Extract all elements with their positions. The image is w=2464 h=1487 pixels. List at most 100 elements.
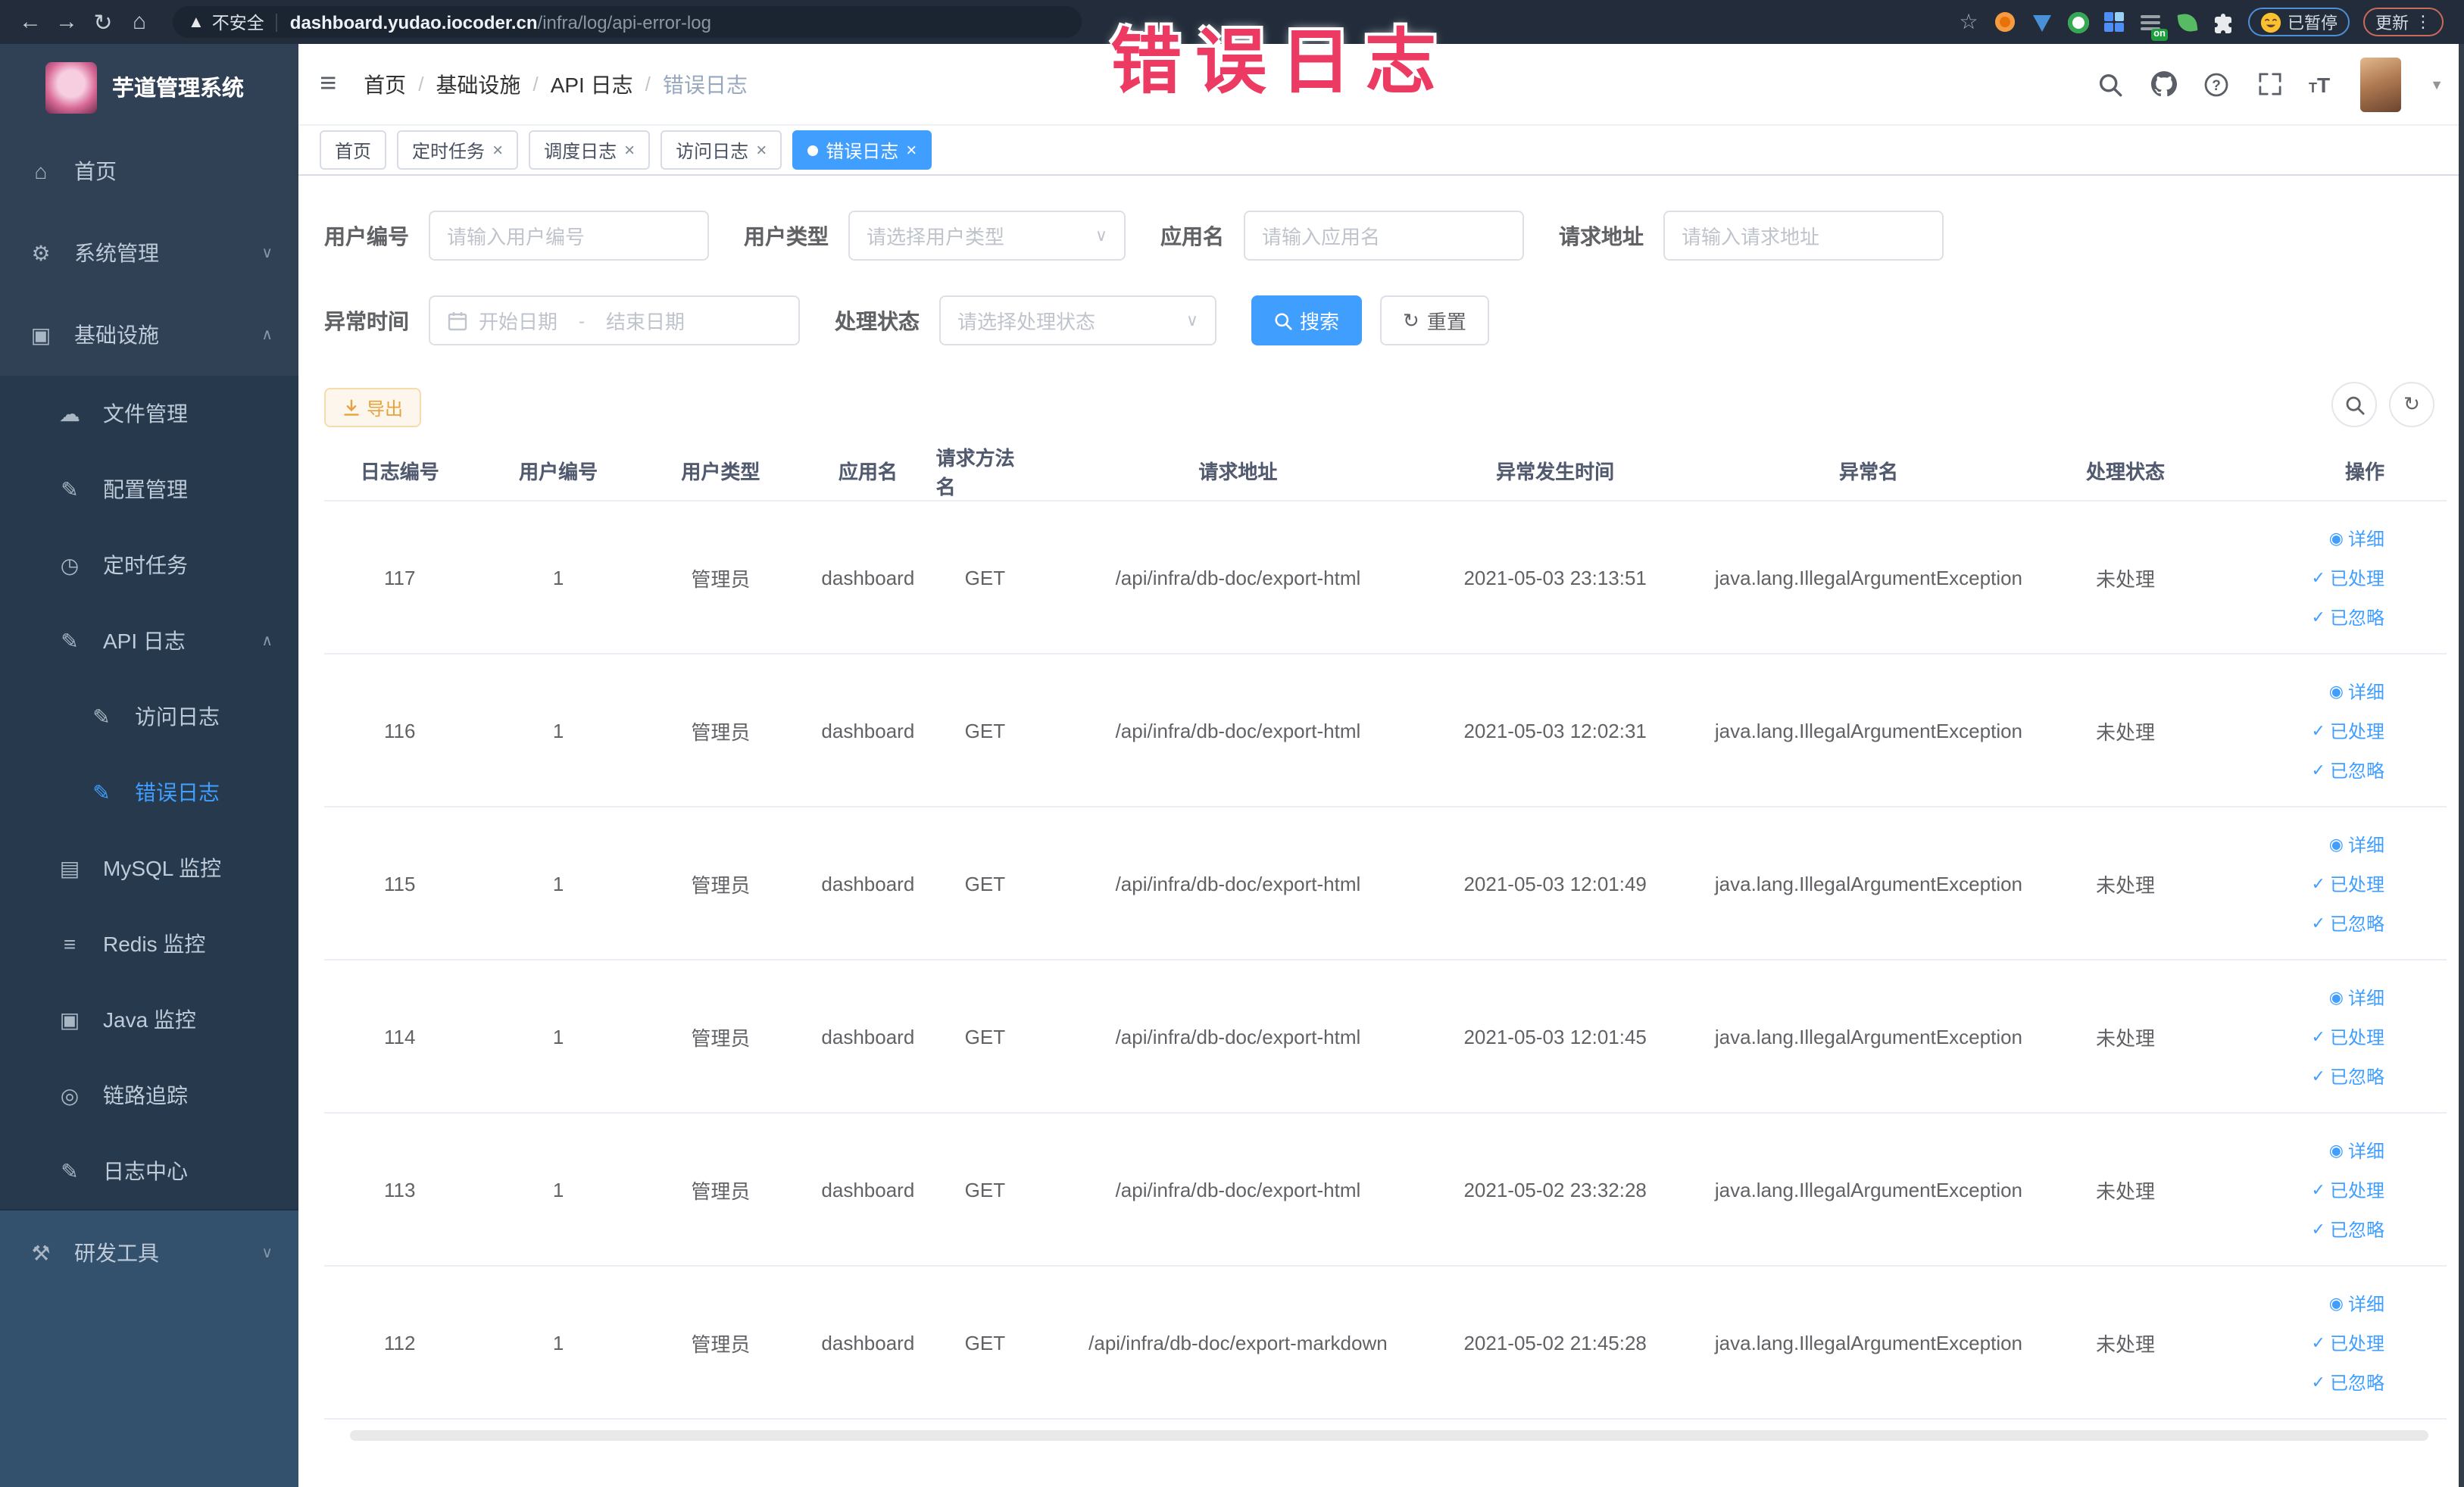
- action-processed[interactable]: ✓ 已处理: [2312, 1023, 2384, 1049]
- extension-grid-icon[interactable]: [2103, 11, 2125, 33]
- action-ignored[interactable]: ✓ 已忽略: [2312, 604, 2384, 629]
- font-size-icon[interactable]: TT: [2309, 72, 2330, 96]
- close-icon[interactable]: ×: [624, 139, 635, 161]
- action-detail[interactable]: ◉ 详细: [2329, 525, 2384, 551]
- reset-button[interactable]: ↻ 重置: [1380, 295, 1489, 345]
- chevron-down-icon: ∨: [261, 245, 273, 261]
- action-processed[interactable]: ✓ 已处理: [2312, 870, 2384, 896]
- close-icon[interactable]: ×: [906, 139, 917, 161]
- extension-orange-icon[interactable]: [1994, 11, 2016, 33]
- browser-menu-icon[interactable]: ⋮: [2415, 12, 2431, 32]
- app-name-input[interactable]: 请输入应用名: [1244, 211, 1524, 261]
- tab-schedule-log[interactable]: 调度日志 ×: [529, 130, 651, 170]
- exception-time-range-picker[interactable]: 开始日期 - 结束日期: [429, 295, 800, 345]
- address-bar[interactable]: ▲ 不安全 dashboard.yudao.iocoder.cn /infra/…: [173, 6, 1082, 38]
- help-icon[interactable]: [2203, 70, 2230, 98]
- paused-extension-badge[interactable]: 已暂停: [2248, 8, 2350, 36]
- github-icon[interactable]: [2150, 70, 2177, 98]
- avatar-chevron-down-icon[interactable]: ▼: [2430, 77, 2444, 92]
- search-icon[interactable]: [2097, 70, 2124, 98]
- extensions-puzzle-icon[interactable]: [2212, 11, 2234, 33]
- browser-forward-icon[interactable]: →: [48, 9, 85, 35]
- cell-url: /api/infra/db-doc/export-html: [1115, 1178, 1361, 1201]
- action-processed[interactable]: ✓ 已处理: [2312, 717, 2384, 743]
- browser-update-button[interactable]: 更新 ⋮: [2363, 8, 2444, 36]
- sidebar-item-trace[interactable]: ◎ 链路追踪: [0, 1057, 298, 1133]
- action-detail[interactable]: ◉ 详细: [2329, 678, 2384, 704]
- avatar[interactable]: [2360, 57, 2402, 111]
- horizontal-scrollbar[interactable]: [350, 1430, 2428, 1441]
- extension-switch-icon[interactable]: on: [2139, 11, 2168, 41]
- chevron-up-icon: ∧: [261, 633, 273, 649]
- sidebar-item-dev-tools[interactable]: ⚒ 研发工具 ∨: [0, 1211, 298, 1295]
- fullscreen-icon[interactable]: [2256, 70, 2283, 98]
- sidebar-item-file-management[interactable]: ☁ 文件管理: [0, 376, 298, 451]
- export-button[interactable]: 导出: [324, 388, 422, 427]
- breadcrumb-api-log[interactable]: API 日志: [551, 69, 633, 99]
- window-scrollbar[interactable]: [2459, 44, 2464, 1487]
- action-detail[interactable]: ◉ 详细: [2329, 831, 2384, 857]
- sidebar-item-system-management[interactable]: ⚙ 系统管理 ∨: [0, 212, 298, 294]
- tab-scheduled-tasks[interactable]: 定时任务 ×: [397, 130, 519, 170]
- cell-url: /api/infra/db-doc/export-html: [1115, 566, 1361, 589]
- cell-time: 2021-05-02 21:45:28: [1463, 1331, 1647, 1354]
- user-type-select[interactable]: 请选择用户类型 ∨: [848, 211, 1126, 261]
- paused-badge-label: 已暂停: [2288, 14, 2338, 33]
- breadcrumb-infrastructure[interactable]: 基础设施: [436, 69, 520, 99]
- sidebar-item-error-log[interactable]: ✎ 错误日志: [0, 754, 298, 830]
- browser-reload-icon[interactable]: ↻: [85, 8, 121, 36]
- extension-shield-icon[interactable]: [2030, 11, 2053, 33]
- cell-log_id: 113: [383, 1178, 416, 1201]
- action-detail[interactable]: ◉ 详细: [2329, 984, 2384, 1010]
- sidebar-item-java-monitor[interactable]: ▣ Java 监控: [0, 982, 298, 1057]
- search-button[interactable]: 搜索: [1251, 295, 1363, 345]
- sidebar-item-access-log[interactable]: ✎ 访问日志: [0, 679, 298, 754]
- sidebar-item-mysql-monitor[interactable]: ▤ MySQL 监控: [0, 830, 298, 906]
- breadcrumb-home[interactable]: 首页: [364, 69, 406, 99]
- close-icon[interactable]: ×: [756, 139, 767, 161]
- action-detail[interactable]: ◉ 详细: [2329, 1137, 2384, 1163]
- extension-green-icon[interactable]: [2066, 11, 2089, 33]
- action-detail[interactable]: ◉ 详细: [2329, 1290, 2384, 1316]
- bookmark-star-icon[interactable]: ☆: [1957, 9, 1980, 33]
- user-id-input[interactable]: 请输入用户编号: [429, 211, 709, 261]
- action-ignored[interactable]: ✓ 已忽略: [2312, 757, 2384, 783]
- download-icon: [342, 398, 361, 417]
- filter-exception-time: 异常时间 开始日期 - 结束日期: [324, 295, 800, 345]
- sidebar-logo-row[interactable]: 芋道管理系统: [0, 44, 298, 130]
- table-row: 117 1 管理员 dashboard GET/api/infra/db-doc/exp…: [324, 501, 2447, 654]
- process-status-select[interactable]: 请选择处理状态 ∨: [939, 295, 1216, 345]
- action-processed[interactable]: ✓ 已处理: [2312, 1176, 2384, 1202]
- browser-home-icon[interactable]: ⌂: [121, 9, 158, 35]
- browser-back-icon[interactable]: ←: [12, 9, 48, 35]
- refresh-table-button[interactable]: ↻: [2389, 382, 2434, 427]
- action-ignored[interactable]: ✓ 已忽略: [2312, 1369, 2384, 1395]
- action-ignored[interactable]: ✓ 已忽略: [2312, 910, 2384, 936]
- sidebar-item-redis-monitor[interactable]: ≡ Redis 监控: [0, 906, 298, 982]
- check-icon: ✓: [2311, 1220, 2325, 1239]
- extension-leaf-icon[interactable]: [2175, 11, 2198, 33]
- column-header: 请求方法名: [935, 446, 1015, 498]
- action-ignored[interactable]: ✓ 已忽略: [2312, 1063, 2384, 1089]
- sidebar-item-label: 访问日志: [135, 704, 220, 729]
- action-ignored[interactable]: ✓ 已忽略: [2312, 1216, 2384, 1242]
- sidebar: 芋道管理系统 ⌂ 首页 ⚙ 系统管理 ∨ ▣ 基础设施 ∧ ☁ 文件管理 ✎ 配…: [0, 44, 298, 1487]
- tab-error-log[interactable]: 错误日志 ×: [792, 130, 932, 170]
- cell-status: 未处理: [2095, 1179, 2155, 1202]
- tab-home[interactable]: 首页: [320, 130, 387, 170]
- sidebar-item-infrastructure[interactable]: ▣ 基础设施 ∧: [0, 294, 298, 376]
- toggle-search-button[interactable]: [2331, 382, 2377, 427]
- action-processed[interactable]: ✓ 已处理: [2312, 564, 2384, 590]
- request-url-input[interactable]: 请输入请求地址: [1663, 211, 1944, 261]
- sidebar-collapse-icon[interactable]: ≡: [320, 67, 336, 101]
- close-icon[interactable]: ×: [492, 139, 503, 161]
- sidebar-item-log-center[interactable]: ✎ 日志中心: [0, 1133, 298, 1209]
- action-processed[interactable]: ✓ 已处理: [2312, 1329, 2384, 1355]
- chevron-down-icon: ∨: [1095, 227, 1107, 245]
- column-header: 用户编号: [519, 461, 598, 483]
- tab-access-log[interactable]: 访问日志 ×: [661, 130, 782, 170]
- sidebar-item-api-log[interactable]: ✎ API 日志 ∧: [0, 603, 298, 679]
- sidebar-item-scheduled-tasks[interactable]: ◷ 定时任务: [0, 527, 298, 603]
- sidebar-item-home[interactable]: ⌂ 首页: [0, 130, 298, 212]
- sidebar-item-config-management[interactable]: ✎ 配置管理: [0, 451, 298, 527]
